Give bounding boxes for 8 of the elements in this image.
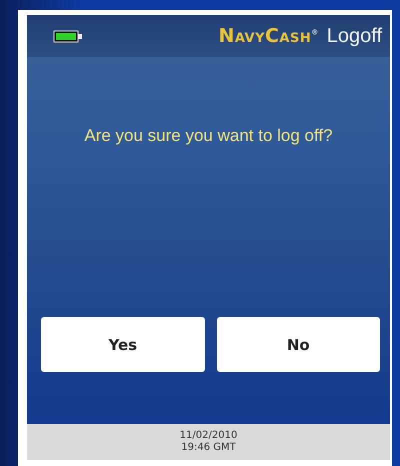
answer-button[interactable]: Yes	[41, 317, 204, 372]
logo: NavyCash$^{®}$	[218, 25, 319, 47]
screen-title: Logoff	[326, 24, 382, 48]
confirm-message: Are you sure you want to log off?	[83, 125, 334, 147]
answer-button[interactable]: No	[216, 317, 380, 372]
battery-icon	[53, 30, 83, 42]
date-text: 11/02/2010	[180, 430, 238, 442]
time-text: 19:46 GMT	[181, 442, 236, 454]
